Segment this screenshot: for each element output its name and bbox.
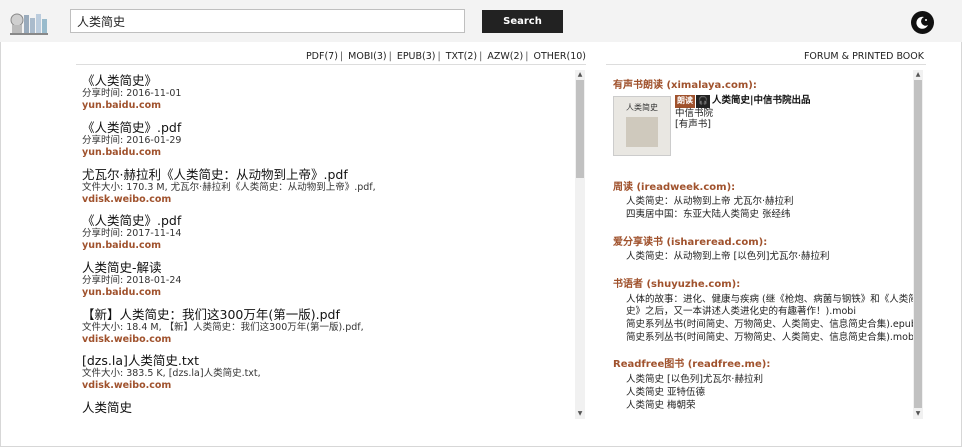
forum-printed-book-link[interactable]: FORUM & PRINTED BOOK bbox=[760, 51, 924, 62]
list-item[interactable]: 人类简史-解读 分享时间: 2018-01-24 yun.baidu.com bbox=[82, 260, 562, 299]
result-meta: 文件大小: 170.3 M, 尤瓦尔·赫拉利《人类简史：从动物到上帝》.pdf, bbox=[82, 182, 376, 193]
scroll-down-icon[interactable]: ▼ bbox=[575, 410, 585, 418]
list-item[interactable]: 《人类简史》.pdf 分享时间: 2017-11-14 yun.baidu.co… bbox=[82, 213, 562, 252]
result-source[interactable]: vdisk.weibo.com bbox=[82, 334, 562, 346]
result-title[interactable]: [dzs.la]人类简史.txt bbox=[82, 353, 562, 368]
list-item[interactable]: 尤瓦尔·赫拉利《人类简史：从动物到上帝》.pdf 文件大小: 170.3 M, … bbox=[82, 167, 562, 206]
result-meta: 分享时间: 2016-11-01 bbox=[82, 88, 182, 99]
result-title[interactable]: 《人类简史》 bbox=[82, 73, 562, 88]
header-bar: Search bbox=[0, 0, 962, 42]
result-title[interactable]: 尤瓦尔·赫拉利《人类简史：从动物到上帝》.pdf bbox=[82, 167, 562, 182]
audiobook-title[interactable]: 朗读 🎧 人类简史|中信书院出品 bbox=[675, 95, 810, 108]
result-meta: 分享时间: 2018-01-24 bbox=[82, 275, 182, 286]
theme-toggle-button[interactable] bbox=[911, 11, 934, 34]
result-meta: 文件大小: 18.4 M, 【新】人类简史：我们这300万年(第一版).pdf, bbox=[82, 322, 364, 333]
list-item[interactable]: 人类简史：从动物到上帝 [以色列]尤瓦尔·赫拉利 bbox=[626, 251, 829, 264]
result-source[interactable]: yun.baidu.com bbox=[82, 100, 562, 112]
list-item[interactable]: 人类简史 梅朝荣 bbox=[626, 400, 696, 413]
list-item[interactable]: 人体的故事：进化、健康与疾病 (继《枪炮、病菌与钢铁》和《人类简 bbox=[626, 294, 916, 307]
filter-epub[interactable]: EPUB(3) bbox=[397, 51, 436, 62]
cover-title: 人类简史 bbox=[626, 103, 658, 112]
format-filter-bar: PDF(7) | MOBI(3) | EPUB(3) | TXT(2) | AZW(2)… bbox=[305, 51, 586, 62]
result-meta: 文件大小: 383.5 K, [dzs.la]人类简史.txt, bbox=[82, 368, 261, 379]
section-title[interactable]: Readfree图书 (readfree.me): bbox=[613, 355, 770, 370]
scroll-thumb[interactable] bbox=[576, 80, 584, 178]
list-item[interactable]: 《人类简史》.pdf 分享时间: 2016-01-29 yun.baidu.co… bbox=[82, 120, 562, 159]
results-list: 《人类简史》 分享时间: 2016-11-01 yun.baidu.com 《人… bbox=[76, 65, 586, 419]
list-item[interactable]: 四夷居中国：东亚大陆人类简史 张经纬 bbox=[626, 209, 791, 222]
filter-other[interactable]: OTHER(10) bbox=[533, 51, 586, 62]
result-title[interactable]: 人类简史-解读 bbox=[82, 260, 562, 275]
filter-pdf[interactable]: PDF(7) bbox=[306, 51, 338, 62]
scroll-up-icon[interactable]: ▲ bbox=[913, 71, 923, 79]
headphones-icon: 🎧 bbox=[696, 95, 710, 108]
result-source[interactable]: yun.baidu.com bbox=[82, 240, 562, 252]
list-item[interactable]: [dzs.la]人类简史.txt 文件大小: 383.5 K, [dzs.la]… bbox=[82, 353, 562, 392]
result-source[interactable]: yun.baidu.com bbox=[82, 147, 562, 159]
moon-icon bbox=[916, 16, 928, 29]
result-title[interactable]: 《人类简史》.pdf bbox=[82, 213, 562, 228]
list-item[interactable]: 人类简史 [以色列]尤瓦尔·赫拉利 bbox=[626, 374, 763, 387]
section-title[interactable]: 周读 (ireadweek.com): bbox=[613, 178, 735, 193]
list-item[interactable]: 人类简史 bbox=[82, 400, 562, 415]
section-title[interactable]: 爱分享读书 (ishareread.com): bbox=[613, 233, 767, 248]
result-source[interactable]: vdisk.weibo.com bbox=[82, 194, 562, 206]
list-item[interactable]: 简史系列丛书(时间简史、万物简史、人类简史、信息简史合集).epub bbox=[626, 319, 916, 332]
section-title[interactable]: 书语者 (shuyuzhe.com): bbox=[613, 275, 740, 290]
result-meta: 分享时间: 2017-11-14 bbox=[82, 228, 182, 239]
logo-icon[interactable] bbox=[8, 9, 50, 37]
list-item[interactable]: 《人类简史》 分享时间: 2016-11-01 yun.baidu.com bbox=[82, 73, 562, 112]
list-item[interactable]: 人类简史 亚特伍德 bbox=[626, 387, 705, 400]
cover-image bbox=[626, 117, 658, 147]
filter-mobi[interactable]: MOBI(3) bbox=[348, 51, 386, 62]
audiobook-tag: [有声书] bbox=[675, 119, 711, 130]
list-item[interactable]: 人类简史：从动物到上帝 尤瓦尔·赫拉利 bbox=[626, 196, 794, 209]
filter-azw[interactable]: AZW(2) bbox=[487, 51, 523, 62]
audio-badge: 朗读 bbox=[675, 95, 695, 108]
results-scrollbar[interactable]: ▲ ▼ bbox=[575, 70, 585, 419]
section-title[interactable]: 有声书朗读 (ximalaya.com): bbox=[613, 76, 757, 91]
result-title[interactable]: 人类简史 bbox=[82, 400, 562, 415]
result-title[interactable]: 【新】人类简史：我们这300万年(第一版).pdf bbox=[82, 307, 562, 322]
scroll-up-icon[interactable]: ▲ bbox=[575, 71, 585, 79]
scroll-down-icon[interactable]: ▼ bbox=[913, 410, 923, 418]
search-button[interactable]: Search bbox=[482, 10, 563, 33]
filter-txt[interactable]: TXT(2) bbox=[446, 51, 477, 62]
result-title[interactable]: 《人类简史》.pdf bbox=[82, 120, 562, 135]
search-input[interactable] bbox=[70, 9, 465, 33]
result-source[interactable]: vdisk.weibo.com bbox=[82, 380, 562, 392]
list-item[interactable]: 史》之后，又一本讲述人类进化史的有趣著作！).mobi bbox=[626, 306, 856, 319]
result-meta: 分享时间: 2016-01-29 bbox=[82, 135, 182, 146]
result-source[interactable]: yun.baidu.com bbox=[82, 287, 562, 299]
book-cover[interactable]: 人类简史 bbox=[613, 96, 671, 156]
sidebar-panel: 有声书朗读 (ximalaya.com): 人类简史 朗读 🎧 人类简史|中信书院出… bbox=[606, 65, 916, 419]
sidebar-scrollbar[interactable]: ▲ ▼ bbox=[913, 70, 923, 419]
list-item[interactable]: 【新】人类简史：我们这300万年(第一版).pdf 文件大小: 18.4 M, … bbox=[82, 307, 562, 346]
scroll-thumb[interactable] bbox=[914, 80, 922, 408]
audiobook-title-text: 人类简史|中信书院出品 bbox=[711, 95, 811, 106]
list-item[interactable]: 简史系列丛书(时间简史、万物简史、人类简史、信息简史合集).mobi bbox=[626, 332, 916, 345]
